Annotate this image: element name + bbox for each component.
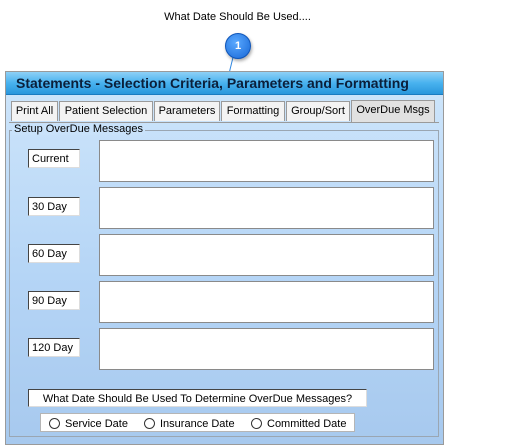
radio-label: Service Date	[65, 417, 128, 430]
90-day-label: 90 Day	[28, 291, 80, 310]
current-label: Current	[28, 149, 80, 168]
tab-overdue-msgs[interactable]: OverDue Msgs	[351, 100, 435, 122]
date-question-label: What Date Should Be Used To Determine Ov…	[28, 389, 367, 407]
tab-print-all[interactable]: Print All	[11, 101, 58, 121]
date-option-group: Service Date Insurance Date Committed Da…	[40, 413, 355, 432]
60-day-message-field[interactable]	[99, 234, 434, 276]
radio-circle-icon	[49, 418, 60, 429]
90-day-message-field[interactable]	[99, 281, 434, 323]
callout-number: 1	[234, 40, 242, 52]
tab-label: Parameters	[158, 105, 216, 117]
statements-window: Statements - Selection Criteria, Paramet…	[5, 71, 444, 445]
radio-service-date[interactable]: Service Date	[49, 417, 128, 430]
radio-insurance-date[interactable]: Insurance Date	[144, 417, 235, 430]
tab-label: Formatting	[226, 105, 280, 117]
radio-label: Insurance Date	[160, 417, 235, 430]
radio-circle-icon	[144, 418, 155, 429]
radio-circle-icon	[251, 418, 262, 429]
tab-group-sort[interactable]: Group/Sort	[286, 101, 350, 121]
current-message-field[interactable]	[99, 140, 434, 182]
radio-label: Committed Date	[267, 417, 347, 430]
groupbox-label: Setup OverDue Messages	[12, 123, 146, 135]
120-day-message-field[interactable]	[99, 328, 434, 370]
tab-parameters[interactable]: Parameters	[154, 101, 220, 121]
30-day-label: 30 Day	[28, 197, 80, 216]
tab-label: Print All	[15, 105, 54, 117]
120-day-label: 120 Day	[28, 338, 80, 357]
30-day-message-field[interactable]	[99, 187, 434, 229]
tab-label: Group/Sort	[291, 105, 345, 117]
tab-patient-selection[interactable]: Patient Selection	[59, 101, 153, 121]
tab-formatting[interactable]: Formatting	[221, 101, 285, 121]
radio-committed-date[interactable]: Committed Date	[251, 417, 346, 430]
window-title: Statements - Selection Criteria, Paramet…	[6, 72, 443, 95]
60-day-label: 60 Day	[28, 244, 80, 263]
callout-badge: 1	[225, 33, 251, 59]
tab-label: OverDue Msgs	[356, 104, 430, 116]
tab-label: Patient Selection	[64, 105, 148, 117]
caption: What Date Should Be Used....	[164, 11, 311, 23]
